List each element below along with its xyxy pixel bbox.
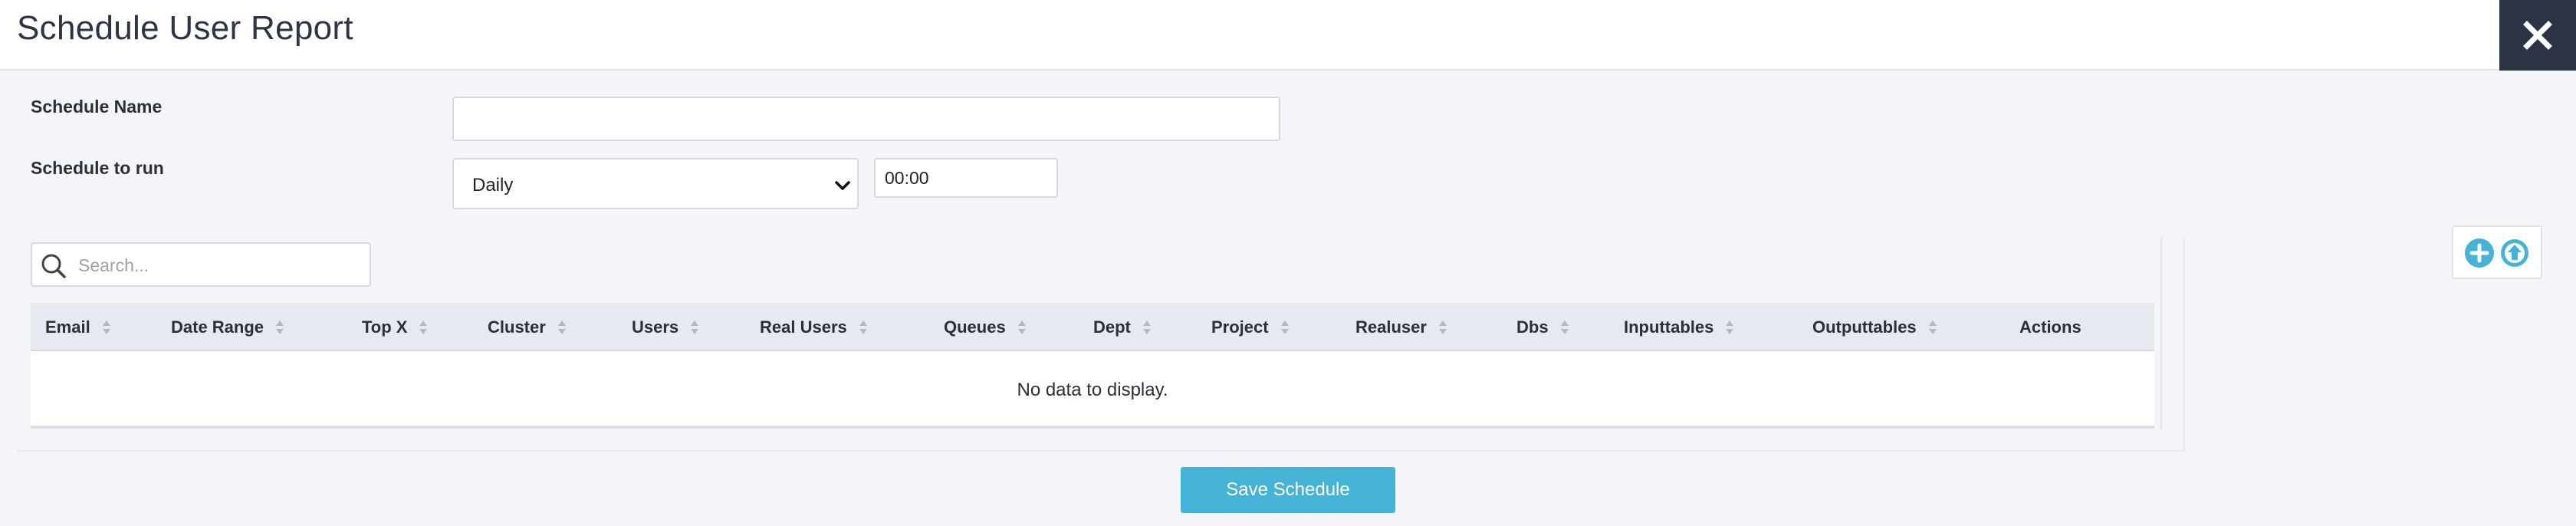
col-real-users[interactable]: Real Users	[760, 317, 869, 337]
col-realuser[interactable]: Realuser	[1355, 317, 1448, 337]
col-project-label: Project	[1211, 317, 1269, 337]
col-dbs-label: Dbs	[1516, 317, 1549, 337]
col-email-label: Email	[45, 317, 90, 337]
col-actions-label: Actions	[2019, 317, 2082, 337]
reports-table: Email Date Range Top X Cluster Users Rea…	[31, 303, 2154, 429]
schedule-name-input[interactable]	[452, 97, 1280, 141]
sort-icon	[1142, 321, 1151, 334]
col-inputtables-label: Inputtables	[1624, 317, 1714, 337]
search-input[interactable]	[77, 244, 363, 287]
col-cluster[interactable]: Cluster	[488, 317, 567, 337]
sort-icon	[1280, 321, 1289, 334]
col-outputtables[interactable]: Outputtables	[1812, 317, 1938, 337]
panel-divider	[2160, 238, 2162, 429]
col-users[interactable]: Users	[632, 317, 700, 337]
col-queues-label: Queues	[944, 317, 1006, 337]
close-button[interactable]	[2499, 0, 2576, 71]
schedule-run-label: Schedule to run	[31, 158, 164, 178]
search-box[interactable]	[31, 242, 371, 287]
sort-icon	[691, 321, 699, 334]
sort-icon	[1928, 321, 1937, 334]
sort-icon	[557, 321, 566, 334]
sort-icon	[859, 321, 867, 334]
col-top-x[interactable]: Top X	[362, 317, 429, 337]
frequency-select-value: Daily	[472, 175, 514, 196]
frequency-select[interactable]: Daily	[452, 158, 859, 209]
col-dept-label: Dept	[1093, 317, 1131, 337]
col-users-label: Users	[632, 317, 679, 337]
col-queues[interactable]: Queues	[944, 317, 1027, 337]
col-dept[interactable]: Dept	[1093, 317, 1152, 337]
col-actions: Actions	[2019, 317, 2082, 337]
sort-icon	[102, 321, 110, 334]
plus-circle-icon[interactable]	[2464, 238, 2495, 268]
empty-table-message: No data to display.	[1017, 380, 1168, 400]
col-project[interactable]: Project	[1211, 317, 1290, 337]
time-input[interactable]	[874, 158, 1058, 198]
col-date-range-label: Date Range	[171, 317, 264, 337]
sort-icon	[1560, 321, 1569, 334]
col-realuser-label: Realuser	[1355, 317, 1427, 337]
sort-icon	[1438, 321, 1447, 334]
col-real-users-label: Real Users	[760, 317, 847, 337]
upload-circle-icon[interactable]	[2499, 238, 2530, 268]
sort-icon	[1017, 321, 1026, 334]
col-top-x-label: Top X	[362, 317, 408, 337]
col-email[interactable]: Email	[45, 317, 112, 337]
search-icon	[41, 254, 66, 278]
table-toolbar	[2452, 225, 2542, 279]
table-header: Email Date Range Top X Cluster Users Rea…	[31, 303, 2154, 351]
col-dbs[interactable]: Dbs	[1516, 317, 1570, 337]
schedule-name-label: Schedule Name	[31, 97, 163, 117]
page-title: Schedule User Report	[17, 9, 353, 47]
col-inputtables[interactable]: Inputtables	[1624, 317, 1735, 337]
close-icon	[2523, 21, 2552, 50]
chevron-down-icon	[835, 181, 850, 190]
save-schedule-button[interactable]: Save Schedule	[1181, 467, 1395, 513]
col-date-range[interactable]: Date Range	[171, 317, 285, 337]
col-outputtables-label: Outputtables	[1812, 317, 1917, 337]
col-cluster-label: Cluster	[488, 317, 546, 337]
sort-icon	[1726, 321, 1734, 334]
modal-header: Schedule User Report	[0, 0, 2576, 71]
sort-icon	[276, 321, 284, 334]
sort-icon	[419, 321, 428, 334]
